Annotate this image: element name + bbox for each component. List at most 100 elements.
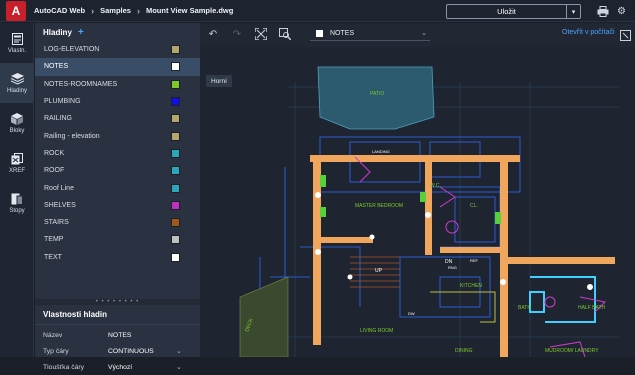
layer-row-selected[interactable]: NOTES: [35, 58, 200, 76]
label-half-bath: HALF BATH: [578, 305, 606, 311]
layer-color-swatch[interactable]: [171, 62, 180, 72]
label-master-bedroom: MASTER BEDROOM: [355, 203, 403, 209]
layer-row[interactable]: LOG-ELEVATION: [35, 41, 200, 58]
rail-label: Stopy: [9, 208, 25, 214]
layer-color-box: [316, 29, 323, 37]
label-mudroom: MUDROOM/ LAUNDRY: [545, 348, 599, 354]
save-dropdown-icon[interactable]: ▾: [566, 5, 580, 18]
prop-value[interactable]: CONTINUOUS: [108, 348, 154, 355]
layer-color-swatch[interactable]: [171, 218, 180, 228]
rail-traces[interactable]: Stopy: [0, 183, 34, 223]
layer-name: PLUMBING: [44, 98, 81, 106]
save-button[interactable]: Uložit ▾: [446, 4, 581, 19]
layer-row[interactable]: Railing - elevation: [35, 127, 200, 144]
layer-name: Railing - elevation: [44, 132, 100, 140]
prop-key: Název: [43, 331, 63, 339]
layer-color-swatch[interactable]: [171, 114, 180, 124]
layer-row[interactable]: SHELVES: [35, 197, 200, 214]
print-icon[interactable]: [596, 5, 609, 18]
prop-value[interactable]: NOTES: [108, 332, 131, 339]
layer-properties-title: Vlastnosti hladin: [35, 305, 200, 325]
open-in-desktop-link[interactable]: Otevřít v počítači: [562, 29, 615, 36]
label-bath: BATH: [518, 305, 531, 311]
add-layer-icon[interactable]: +: [78, 27, 84, 38]
fullscreen-icon[interactable]: [618, 28, 632, 42]
layer-row[interactable]: ROCK: [35, 145, 200, 162]
layer-row[interactable]: TEXT: [35, 249, 200, 266]
layer-color-swatch[interactable]: [171, 79, 180, 89]
layer-row[interactable]: PLUMBING: [35, 93, 200, 110]
top-bar: A AutoCAD Web › Samples › Mount View Sam…: [0, 0, 635, 22]
layer-color-swatch[interactable]: [171, 97, 180, 107]
chevron-right-icon: ›: [136, 5, 140, 16]
prop-lineweight-row[interactable]: Tloušťka čáry Výchozí ⌄: [35, 359, 200, 375]
redo-icon[interactable]: ↷: [230, 27, 244, 41]
layer-row[interactable]: ROOF: [35, 162, 200, 179]
drawing-area: ↶ ↷ NOTES ⌄ Otevřít v počítači PATIO LAN…: [200, 23, 635, 357]
chevron-right-icon: ›: [91, 5, 95, 16]
label-patio: PATIO: [370, 91, 384, 97]
layer-row[interactable]: RAILING: [35, 110, 200, 127]
label-kitchen: KITCHEN: [460, 283, 482, 289]
layer-color-swatch[interactable]: [171, 235, 180, 245]
blocks-icon: [10, 112, 24, 125]
rail-label: XREF: [8, 168, 25, 174]
layer-name: TEMP: [44, 236, 64, 244]
rail-label: Bloky: [9, 128, 25, 134]
layer-name: STAIRS: [44, 219, 69, 227]
settings-gear-icon[interactable]: ⚙: [615, 5, 628, 18]
save-label[interactable]: Uložit: [447, 5, 566, 18]
undo-icon[interactable]: ↶: [206, 27, 220, 41]
layer-name: Roof Line: [44, 184, 74, 192]
layer-row[interactable]: Roof Line: [35, 179, 200, 196]
layer-color-swatch[interactable]: [171, 131, 180, 141]
rail-properties[interactable]: Vlastn.: [0, 23, 34, 63]
current-layer-dropdown[interactable]: NOTES ⌄: [310, 26, 430, 41]
rail-layers[interactable]: Hladiny: [0, 63, 34, 103]
chevron-down-icon[interactable]: ⌄: [176, 347, 182, 355]
rail-blocks[interactable]: Bloky: [0, 103, 34, 143]
label-up: UP: [375, 268, 383, 274]
xref-icon: [10, 152, 24, 165]
layer-color-swatch[interactable]: [171, 45, 180, 55]
layer-name: TEXT: [44, 253, 62, 261]
breadcrumb: AutoCAD Web › Samples › Mount View Sampl…: [34, 6, 233, 16]
breadcrumb-samples[interactable]: Samples: [100, 6, 131, 15]
traces-icon: [10, 192, 24, 205]
label-cl: CL.: [470, 203, 478, 209]
prop-value[interactable]: Výchozí: [108, 364, 132, 371]
view-tab-top[interactable]: Horní: [206, 75, 232, 87]
label-living-room: LIVING ROOM: [360, 328, 393, 334]
layer-color-swatch[interactable]: [171, 200, 180, 210]
prop-key: Tloušťka čáry: [43, 363, 85, 371]
label-dw: DW: [408, 311, 415, 316]
floor-plan-drawing: PATIO LANDING W.C. MASTER BEDROOM CL. UP…: [239, 66, 620, 357]
layer-row[interactable]: TEMP: [35, 231, 200, 248]
drawing-viewport[interactable]: PATIO LANDING W.C. MASTER BEDROOM CL. UP…: [200, 47, 635, 357]
chevron-down-icon[interactable]: ⌄: [421, 29, 427, 37]
layer-row[interactable]: NOTES-ROOMNAMES: [35, 76, 200, 93]
layers-panel-title: Hladiny: [43, 27, 72, 37]
layer-color-swatch[interactable]: [171, 252, 180, 262]
zoom-window-icon[interactable]: [278, 27, 292, 41]
breadcrumb-autocad-web[interactable]: AutoCAD Web: [34, 6, 85, 15]
rail-label: Vlastn.: [7, 48, 27, 54]
layer-name: ROOF: [44, 167, 65, 175]
prop-name-row: Název NOTES: [35, 327, 200, 343]
breadcrumb-file: Mount View Sample.dwg: [145, 6, 234, 15]
layer-name: RAILING: [44, 115, 73, 123]
chevron-down-icon[interactable]: ⌄: [176, 363, 182, 371]
autocad-logo[interactable]: A: [6, 0, 26, 21]
layer-color-swatch[interactable]: [171, 183, 180, 193]
layer-name: ROCK: [44, 149, 65, 157]
layer-color-swatch[interactable]: [171, 166, 180, 176]
canvas-toolbar: ↶ ↷ NOTES ⌄ Otevřít v počítači: [200, 23, 635, 45]
layer-row[interactable]: STAIRS: [35, 214, 200, 231]
layer-properties: Vlastnosti hladin Název NOTES Typ čáry C…: [35, 305, 200, 375]
layers-icon: [10, 72, 24, 85]
prop-key: Typ čáry: [43, 347, 69, 355]
zoom-extents-icon[interactable]: [254, 27, 268, 41]
layer-color-swatch[interactable]: [171, 148, 180, 158]
rail-xref[interactable]: XREF: [0, 143, 34, 183]
properties-icon: [10, 32, 24, 45]
